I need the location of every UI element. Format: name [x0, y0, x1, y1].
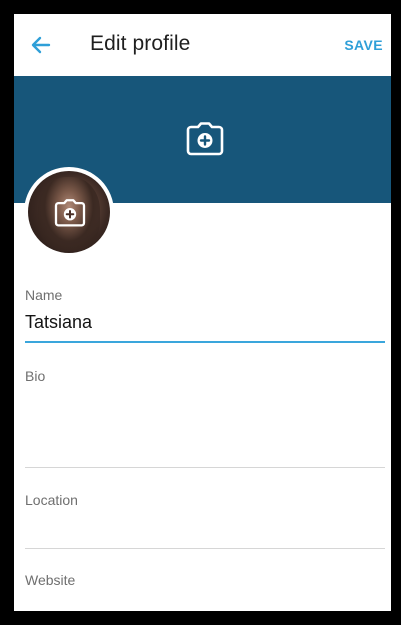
location-label: Location — [25, 492, 78, 508]
avatar-photo — [28, 171, 110, 253]
location-underline — [25, 548, 385, 549]
edit-profile-screen: Edit profile SAVE Name Tatsiana Bio Loca… — [14, 14, 391, 611]
website-field[interactable] — [25, 592, 385, 610]
camera-add-icon — [186, 122, 224, 156]
avatar[interactable] — [24, 167, 114, 257]
name-field[interactable]: Tatsiana — [25, 312, 92, 333]
arrow-left-icon — [31, 36, 51, 54]
device-frame: Edit profile SAVE Name Tatsiana Bio Loca… — [0, 0, 401, 625]
website-label: Website — [25, 572, 76, 588]
bio-field[interactable] — [25, 389, 385, 464]
page-title: Edit profile — [90, 32, 191, 55]
bio-label: Bio — [25, 368, 46, 384]
bio-underline — [25, 467, 385, 468]
back-button[interactable] — [28, 32, 54, 58]
location-field[interactable] — [25, 512, 385, 546]
camera-add-icon — [54, 199, 86, 227]
top-app-bar: Edit profile SAVE — [14, 14, 391, 76]
save-button[interactable]: SAVE — [344, 37, 383, 53]
name-label: Name — [25, 287, 63, 303]
name-underline — [25, 341, 385, 343]
